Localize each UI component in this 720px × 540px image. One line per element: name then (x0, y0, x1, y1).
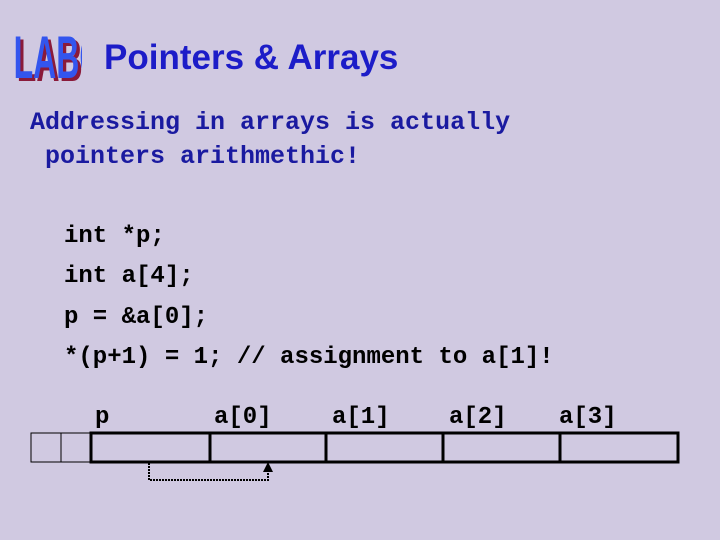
memory-cell-a2 (441, 431, 562, 464)
memory-cell-small (60, 432, 92, 463)
pointer-arrow (148, 463, 269, 481)
memory-diagram (30, 431, 680, 481)
memory-cell-p (89, 431, 212, 464)
memory-cell-small (30, 432, 62, 463)
memory-cell-a3 (558, 431, 680, 464)
memory-cell-a0 (208, 431, 328, 464)
memory-cell-a1 (324, 431, 445, 464)
slide: LABC LABC Pointers & Arrays Addressing i… (0, 0, 720, 540)
